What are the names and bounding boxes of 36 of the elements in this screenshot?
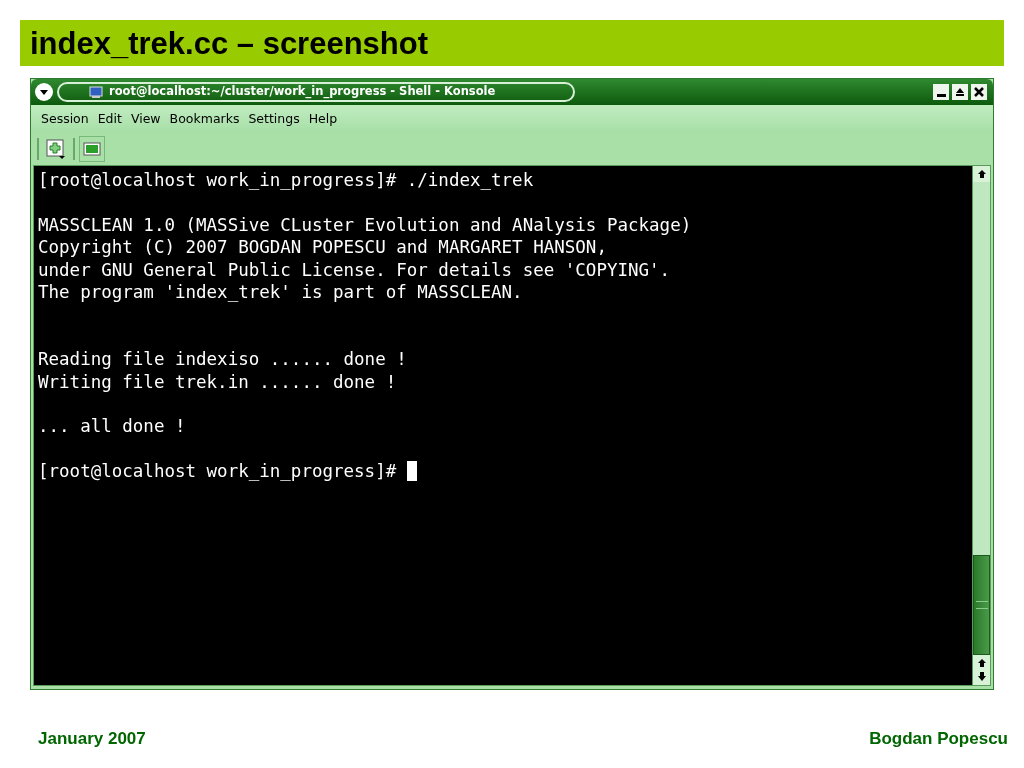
scrollbar[interactable] <box>972 166 990 685</box>
terminal-line: ... all done ! <box>38 415 186 438</box>
terminal-line: MASSCLEAN 1.0 (MASSive CLuster Evolution and ANalysis Package) <box>38 213 692 237</box>
slide-title: index_trek.cc – screenshot <box>30 27 429 59</box>
terminal-line: The program 'index_trek' is part of MASSCLEAN. <box>38 281 523 304</box>
menu-item[interactable]: Settings <box>244 109 304 129</box>
scroll-thumb[interactable] <box>973 555 990 655</box>
scroll-down-buttons[interactable] <box>973 655 990 685</box>
caret-icon <box>39 87 49 97</box>
terminal-line: [root@localhost work_in_progress]# <box>38 460 398 483</box>
close-button[interactable] <box>971 84 987 100</box>
up-down-arrows-icon <box>976 658 987 682</box>
menu-item[interactable]: Help <box>304 109 342 129</box>
terminal-icon <box>89 86 103 98</box>
menu-item[interactable]: View <box>126 109 165 129</box>
terminal-line: Writing file trek.in ...... done ! <box>38 370 397 394</box>
maximize-icon <box>955 87 965 97</box>
window-menu-button[interactable] <box>35 83 53 101</box>
terminal-line: [root@localhost work_in_progress]# ./index_trek <box>38 169 534 192</box>
close-icon <box>974 87 984 97</box>
session-tab-button[interactable] <box>79 136 105 162</box>
terminal-line: Copyright (C) 2007 BOGDAN POPESCU and MARGARET HANSON, <box>38 236 607 259</box>
up-arrow-icon <box>976 169 987 179</box>
menu-item[interactable]: Edit <box>93 109 126 129</box>
terminal-line: under GNU General Public License. For details see 'COPYING'. <box>38 258 671 281</box>
menu-item[interactable]: Session <box>37 109 93 129</box>
new-session-icon <box>45 138 67 160</box>
footer-author: Bogdan Popescu <box>869 728 1008 750</box>
maximize-button[interactable] <box>952 84 968 100</box>
terminal-line: Reading file indexiso ...... done ! <box>38 348 407 371</box>
menu-item[interactable]: Bookmarks <box>165 109 244 129</box>
monitor-icon <box>83 142 101 156</box>
window-title: root@localhost:~/cluster/work_in_progress - Shell - Konsole <box>109 83 496 101</box>
minimize-button[interactable] <box>933 84 949 100</box>
footer-date: January 2007 <box>38 728 146 750</box>
scroll-up-button[interactable] <box>973 166 990 182</box>
